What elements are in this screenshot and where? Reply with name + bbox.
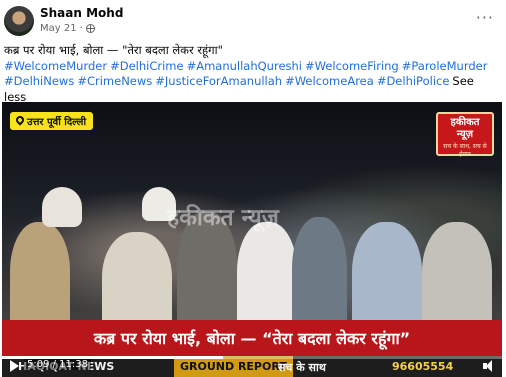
hashtag[interactable]: #ParoleMurder — [402, 59, 488, 73]
person-figure — [10, 222, 70, 332]
author-name[interactable]: Shaan Mohd — [40, 6, 123, 20]
author-avatar[interactable] — [4, 6, 34, 36]
hashtag[interactable]: #WelcomeMurder — [4, 59, 107, 73]
post-caption: कब्र पर रोया भाई, बोला — "तेरा बदला लेकर… — [4, 43, 223, 57]
post-text: कब्र पर रोया भाई, बोला — "तेरा बदला लेकर… — [4, 43, 500, 105]
person-figure — [352, 222, 422, 332]
hashtag-list: #WelcomeMurder #DelhiCrime #AmanullahQures… — [4, 59, 500, 106]
hashtag[interactable]: #WelcomeFiring — [305, 59, 399, 73]
channel-watermark: हकीकत न्यूज़ — [167, 205, 279, 231]
person-figure — [102, 232, 172, 332]
meta-separator: · — [79, 23, 83, 34]
hashtag[interactable]: #AmanullahQureshi — [187, 59, 302, 73]
hashtag[interactable]: #WelcomeArea — [285, 74, 374, 88]
hashtag[interactable]: #CrimeNews — [77, 74, 152, 88]
globe-icon — [85, 24, 95, 33]
hashtag[interactable]: #DelhiNews — [4, 74, 74, 88]
location-pin-icon — [16, 116, 24, 127]
video-player[interactable]: उत्तर पूर्वी दिल्ली हकीकत न्यूज़ सच के स… — [2, 102, 502, 377]
hashtag[interactable]: #DelhiPolice — [377, 74, 450, 88]
logo-line: न्यूज़ — [456, 129, 474, 140]
hashtag[interactable]: #JusticeForAmanullah — [155, 74, 282, 88]
volume-icon[interactable] — [483, 360, 496, 372]
person-figure — [237, 222, 297, 332]
person-figure — [422, 222, 492, 332]
hashtag[interactable]: #DelhiCrime — [110, 59, 183, 73]
video-controls: 5:09 / 11:38 — [2, 356, 502, 377]
play-icon[interactable] — [10, 360, 19, 372]
video-headline: कब्र पर रोया भाई, बोला — “तेरा बदला लेकर… — [2, 320, 502, 356]
logo-tagline: सच के साथ, सच से ईमान — [443, 143, 487, 158]
person-figure — [292, 217, 347, 332]
post-date[interactable]: May 21 — [40, 23, 77, 34]
more-options-button[interactable]: ··· — [476, 8, 494, 27]
channel-logo: हकीकत न्यूज़ सच के साथ, सच से ईमान — [436, 112, 494, 158]
post-meta: May 21 · — [40, 23, 95, 34]
logo-line: हकीकत — [450, 117, 480, 128]
person-figure — [42, 187, 82, 227]
post-header: Shaan Mohd May 21 · ··· — [0, 0, 506, 40]
time-display: 5:09 / 11:38 — [24, 359, 92, 370]
location-badge: उत्तर पूर्वी दिल्ली — [10, 112, 94, 130]
location-text: उत्तर पूर्वी दिल्ली — [27, 117, 87, 128]
